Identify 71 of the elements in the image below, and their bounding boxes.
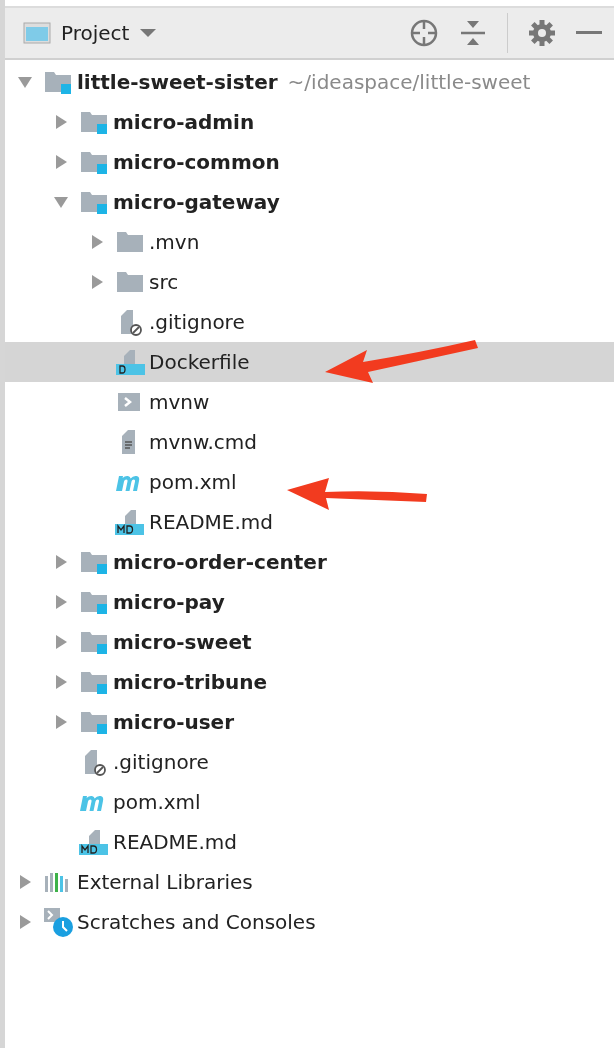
file-name: Dockerfile (149, 350, 250, 374)
expand-arrow-icon[interactable] (53, 594, 69, 610)
tree-row[interactable]: Scratches and Consoles (5, 902, 614, 942)
file-name: micro-common (113, 150, 280, 174)
tree-row[interactable]: micro-user (5, 702, 614, 742)
locate-icon[interactable] (409, 18, 439, 48)
collapse-arrow-icon[interactable] (17, 74, 33, 90)
tree-row[interactable]: micro-order-center (5, 542, 614, 582)
tree-row[interactable]: micro-tribune (5, 662, 614, 702)
settings-icon[interactable] (528, 19, 556, 47)
tree-row[interactable]: little-sweet-sister ~/ideaspace/little-sweet (5, 62, 614, 102)
file-name: External Libraries (77, 870, 253, 894)
file-name: micro-gateway (113, 190, 280, 214)
tree-row[interactable]: .gitignore (5, 742, 614, 782)
dropdown-caret-icon (139, 28, 158, 38)
file-name: README.md (113, 830, 238, 854)
file-name: README.md (149, 510, 274, 534)
collapse-all-icon[interactable] (459, 19, 487, 47)
file-name: micro-tribune (113, 670, 268, 694)
scratches-icon (42, 906, 74, 938)
expand-arrow-icon[interactable] (53, 554, 69, 570)
folder-icon (115, 229, 145, 255)
file-name: pom.xml (149, 470, 237, 494)
file-name: micro-pay (113, 590, 225, 614)
file-name: mvnw.cmd (149, 430, 258, 454)
markdown-file-icon (78, 828, 110, 856)
project-path: ~/ideaspace/little-sweet (287, 70, 531, 94)
tree-row[interactable]: .mvn (5, 222, 614, 262)
file-name: micro-sweet (113, 630, 252, 654)
expand-arrow-icon[interactable] (89, 274, 105, 290)
expand-arrow-icon[interactable] (53, 714, 69, 730)
tree-row[interactable]: micro-sweet (5, 622, 614, 662)
folder-icon (115, 269, 145, 295)
collapse-arrow-icon[interactable] (53, 194, 69, 210)
window-icon (23, 21, 51, 45)
tree-row[interactable]: mvnw.cmd (5, 422, 614, 462)
expand-arrow-icon[interactable] (17, 914, 33, 930)
minimize-icon[interactable] (576, 30, 602, 36)
file-name: micro-order-center (113, 550, 327, 574)
tree-row[interactable]: mvnw (5, 382, 614, 422)
expand-arrow-icon[interactable] (53, 634, 69, 650)
tree-row[interactable]: micro-admin (5, 102, 614, 142)
file-name: .gitignore (149, 310, 245, 334)
docker-file-icon (115, 348, 145, 376)
expand-arrow-icon[interactable] (53, 114, 69, 130)
tree-row[interactable]: micro-gateway (5, 182, 614, 222)
markdown-file-icon (114, 508, 146, 536)
tree-row[interactable]: pom.xml (5, 782, 614, 822)
expand-arrow-icon[interactable] (53, 154, 69, 170)
expand-arrow-icon[interactable] (17, 874, 33, 890)
expand-arrow-icon[interactable] (53, 674, 69, 690)
tree-row[interactable]: Dockerfile (5, 342, 614, 382)
file-name: .gitignore (113, 750, 209, 774)
view-selector[interactable]: Project (23, 21, 158, 45)
file-name: micro-user (113, 710, 235, 734)
file-name: src (149, 270, 179, 294)
tree-row[interactable]: micro-pay (5, 582, 614, 622)
tree-row[interactable]: .gitignore (5, 302, 614, 342)
tree-row[interactable]: micro-common (5, 142, 614, 182)
tree-row[interactable]: README.md (5, 502, 614, 542)
file-name: .mvn (149, 230, 200, 254)
tree-row[interactable]: pom.xml (5, 462, 614, 502)
expand-arrow-icon[interactable] (89, 234, 105, 250)
file-name: little-sweet-sister (77, 70, 278, 94)
file-name: Scratches and Consoles (77, 910, 316, 934)
file-name: pom.xml (113, 790, 201, 814)
tree-row[interactable]: README.md (5, 822, 614, 862)
tree-row[interactable]: src (5, 262, 614, 302)
tree-row[interactable]: External Libraries (5, 862, 614, 902)
file-name: mvnw (149, 390, 210, 414)
file-name: micro-admin (113, 110, 255, 134)
